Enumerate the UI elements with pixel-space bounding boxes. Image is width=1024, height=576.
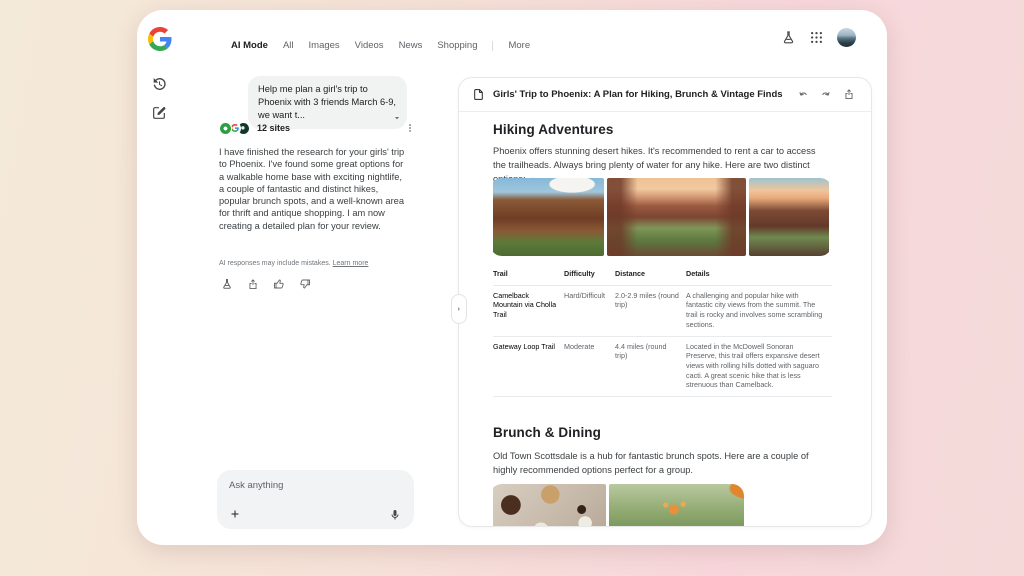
thumbs-down-icon[interactable] — [299, 278, 311, 290]
search-tabs: AI Mode All Images Videos News Shopping … — [231, 40, 530, 51]
plan-panel-header: Girls' Trip to Phoenix: A Plan for Hikin… — [459, 78, 871, 112]
table-header-row: Trail Difficulty Distance Details — [493, 264, 832, 286]
left-rail — [151, 76, 167, 121]
top-right-actions — [781, 28, 856, 47]
account-avatar[interactable] — [837, 28, 856, 47]
more-options-icon[interactable] — [405, 122, 415, 134]
source-favicon — [219, 122, 232, 135]
table-row: Camelback Mountain via Cholla Trail Hard… — [493, 286, 832, 337]
brunch-heading: Brunch & Dining — [493, 425, 601, 440]
cell-trail: Camelback Mountain via Cholla Trail — [493, 286, 564, 336]
hiking-image-carousel[interactable] — [493, 178, 832, 256]
google-g-icon — [148, 27, 172, 51]
mic-icon[interactable] — [389, 509, 401, 521]
ai-response-text: I have finished the research for your gi… — [219, 146, 409, 232]
cell-distance: 2.0-2.9 miles (round trip) — [615, 286, 686, 336]
share-export-icon[interactable] — [247, 278, 259, 290]
disclaimer-text: AI responses may include mistakes. — [219, 260, 331, 267]
chevron-right-icon — [455, 305, 463, 313]
nav-divider — [492, 41, 493, 51]
labs-flask-icon[interactable] — [781, 30, 796, 45]
col-header-difficulty: Difficulty — [564, 264, 615, 285]
cell-details: A challenging and popular hike with fant… — [686, 286, 832, 336]
cell-difficulty: Moderate — [564, 337, 615, 397]
tab-ai-mode[interactable]: AI Mode — [231, 40, 268, 51]
cell-distance: 4.4 miles (round trip) — [615, 337, 686, 397]
google-logo[interactable] — [148, 27, 172, 51]
tab-shopping[interactable]: Shopping — [437, 40, 477, 51]
response-actions — [221, 278, 311, 290]
thumbs-up-icon[interactable] — [273, 278, 285, 290]
export-icon[interactable] — [843, 88, 855, 100]
hiking-table: Trail Difficulty Distance Details Camelb… — [493, 264, 832, 397]
hiking-photo-sunset[interactable] — [749, 178, 829, 256]
undo-icon[interactable] — [797, 88, 809, 100]
ask-placeholder: Ask anything — [229, 480, 402, 491]
brunch-photo-food-spread[interactable] — [493, 484, 606, 526]
col-header-distance: Distance — [615, 264, 686, 285]
ask-input[interactable]: Ask anything — [217, 470, 414, 529]
brunch-paragraph: Old Town Scottsdale is a hub for fantast… — [493, 449, 823, 477]
hiking-photo-summit-view[interactable] — [607, 178, 746, 256]
tab-images[interactable]: Images — [309, 40, 340, 51]
document-icon — [472, 88, 485, 101]
panel-collapse-handle[interactable] — [451, 294, 467, 324]
hiking-heading: Hiking Adventures — [493, 122, 613, 137]
history-icon[interactable] — [151, 76, 167, 92]
apps-grid-icon[interactable] — [809, 30, 824, 45]
sites-count-label: 12 sites — [257, 123, 290, 133]
tab-videos[interactable]: Videos — [355, 40, 384, 51]
plan-panel: Girls' Trip to Phoenix: A Plan for Hikin… — [458, 77, 872, 527]
plan-content: Hiking Adventures Phoenix offers stunnin… — [493, 111, 832, 526]
tab-more[interactable]: More — [508, 40, 530, 51]
cell-difficulty: Hard/Difficult — [564, 286, 615, 336]
col-header-trail: Trail — [493, 264, 564, 285]
brunch-photo-patio-table[interactable] — [609, 484, 744, 526]
redo-icon[interactable] — [820, 88, 832, 100]
cell-trail: Gateway Loop Trail — [493, 337, 564, 397]
ai-disclaimer: AI responses may include mistakes. Learn… — [219, 260, 368, 267]
sources-row[interactable]: 12 sites — [219, 121, 409, 135]
brunch-image-carousel[interactable] — [493, 484, 744, 526]
tab-news[interactable]: News — [399, 40, 423, 51]
hiking-photo-camelback[interactable] — [493, 178, 604, 256]
user-query-text: Help me plan a girl's trip to Phoenix wi… — [258, 84, 396, 120]
app-window: AI Mode All Images Videos News Shopping … — [137, 10, 887, 545]
table-row: Gateway Loop Trail Moderate 4.4 miles (r… — [493, 337, 832, 398]
flask-icon[interactable] — [221, 278, 233, 290]
new-chat-icon[interactable] — [151, 105, 167, 121]
tab-all[interactable]: All — [283, 40, 294, 51]
col-header-details: Details — [686, 264, 832, 285]
cell-details: Located in the McDowell Sonoran Preserve… — [686, 337, 832, 397]
learn-more-link[interactable]: Learn more — [333, 260, 369, 267]
plan-title: Girls' Trip to Phoenix: A Plan for Hikin… — [493, 89, 783, 100]
plus-icon[interactable] — [229, 508, 241, 520]
